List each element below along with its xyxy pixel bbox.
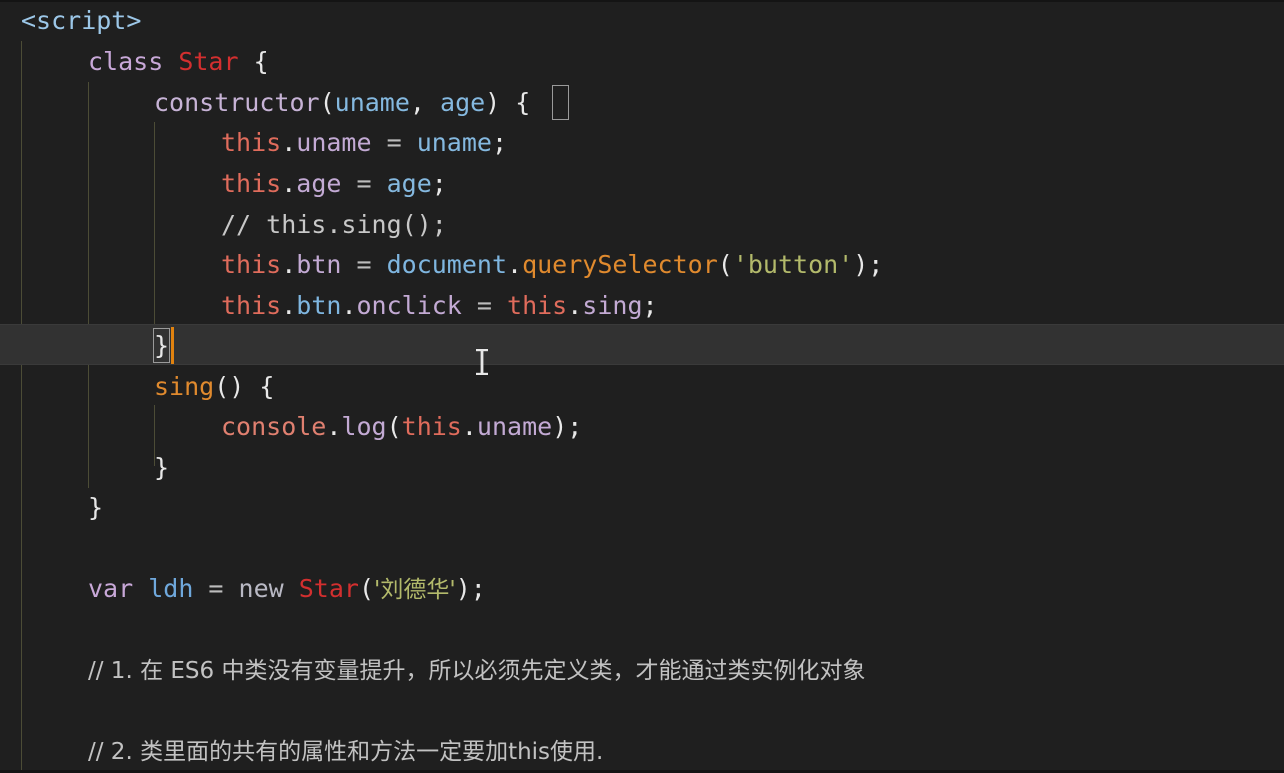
method-log: log bbox=[341, 412, 387, 441]
property-btn: btn bbox=[296, 250, 342, 279]
value-uname: uname bbox=[416, 128, 492, 157]
dot: . bbox=[341, 291, 357, 320]
operator-assign: = bbox=[341, 250, 387, 279]
dot: . bbox=[326, 412, 342, 441]
property-uname: uname bbox=[296, 128, 372, 157]
paren-close: ) bbox=[455, 574, 471, 603]
operator-assign: = bbox=[371, 128, 417, 157]
property-age: age bbox=[296, 169, 342, 198]
semicolon: ; bbox=[431, 169, 447, 198]
property-sing: sing bbox=[582, 291, 643, 320]
semicolon: ; bbox=[470, 574, 486, 603]
operator-assign: = bbox=[461, 291, 508, 320]
operator-assign: = bbox=[193, 574, 239, 603]
semicolon: ; bbox=[868, 250, 884, 279]
paren-open: ( bbox=[319, 88, 335, 117]
property-onclick: onclick bbox=[356, 291, 462, 320]
code-line-13[interactable]: } bbox=[88, 487, 103, 528]
paren-open: ( bbox=[386, 412, 402, 441]
method-sing: sing bbox=[154, 372, 215, 401]
keyword-this: this bbox=[221, 291, 282, 320]
string-ldh-chinese: '刘德华' bbox=[374, 577, 456, 603]
semicolon: ; bbox=[491, 128, 508, 157]
code-line-19[interactable]: // 2. 类里面的共有的属性和方法一定要加this使用. bbox=[88, 730, 603, 771]
param-uname: uname bbox=[334, 88, 410, 117]
identifier-ldh: ldh bbox=[148, 574, 194, 603]
code-line-1[interactable]: <script> bbox=[21, 0, 141, 41]
brace-close-constructor: } bbox=[154, 331, 170, 360]
text-caret bbox=[171, 327, 174, 364]
code-editor[interactable]: <script> class Star { constructor(uname,… bbox=[0, 0, 1284, 773]
code-line-3[interactable]: constructor(uname, age) { bbox=[154, 82, 530, 123]
param-age: age bbox=[440, 88, 486, 117]
comment-this-sing: // this.sing(); bbox=[221, 210, 447, 239]
value-age: age bbox=[386, 169, 432, 198]
object-console: console bbox=[221, 412, 327, 441]
property-uname: uname bbox=[476, 412, 553, 441]
code-line-9[interactable]: } bbox=[154, 325, 169, 366]
dot: . bbox=[281, 250, 297, 279]
script-open-tag: <script> bbox=[21, 6, 142, 35]
code-line-8[interactable]: this.btn.onclick = this.sing; bbox=[221, 285, 658, 326]
brace-close-class: } bbox=[88, 493, 104, 522]
dot: . bbox=[507, 250, 523, 279]
keyword-this: this bbox=[221, 128, 282, 157]
string-button: 'button' bbox=[732, 250, 854, 279]
class-name-star: Star bbox=[298, 574, 359, 603]
brace-close-sing: } bbox=[154, 453, 170, 482]
keyword-this: this bbox=[507, 291, 568, 320]
paren-open: ( bbox=[358, 574, 375, 603]
keyword-this: this bbox=[401, 412, 462, 441]
code-line-10[interactable]: sing() { bbox=[154, 366, 274, 407]
keyword-this: this bbox=[221, 250, 282, 279]
class-name-star: Star bbox=[178, 47, 239, 76]
keyword-this: this bbox=[221, 169, 282, 198]
dot: . bbox=[461, 412, 477, 441]
code-line-5[interactable]: this.age = age; bbox=[221, 163, 447, 204]
function-constructor: constructor bbox=[154, 88, 320, 117]
property-btn: btn bbox=[296, 291, 342, 320]
paren-open: ( bbox=[214, 372, 230, 401]
keyword-var: var bbox=[88, 574, 134, 603]
semicolon: ; bbox=[567, 412, 583, 441]
paren-close: ) bbox=[552, 412, 568, 441]
paren-close: ) bbox=[229, 372, 245, 401]
code-line-4[interactable]: this.uname = uname; bbox=[221, 122, 507, 163]
dot: . bbox=[281, 128, 297, 157]
comment-chinese-1: // 1. 在 ES6 中类没有变量提升，所以必须先定义类，才能通过类实例化对象 bbox=[88, 658, 866, 684]
paren-close: ) bbox=[485, 88, 501, 117]
code-text-layer[interactable]: <script> class Star { constructor(uname,… bbox=[0, 0, 1284, 773]
brace-open: { bbox=[253, 47, 269, 76]
dot: . bbox=[567, 291, 583, 320]
comment-chinese-2: // 2. 类里面的共有的属性和方法一定要加this使用. bbox=[88, 739, 604, 765]
paren-close: ) bbox=[853, 250, 869, 279]
code-line-6[interactable]: // this.sing(); bbox=[221, 204, 447, 245]
brace-open-constructor: { bbox=[515, 88, 531, 117]
keyword-new: new bbox=[238, 574, 284, 603]
code-line-12[interactable]: } bbox=[154, 447, 169, 488]
brace-open-sing: { bbox=[259, 372, 275, 401]
semicolon: ; bbox=[642, 291, 658, 320]
code-line-15[interactable]: var ldh = new Star('刘德华'); bbox=[88, 568, 486, 609]
operator-assign: = bbox=[341, 169, 387, 198]
code-line-11[interactable]: console.log(this.uname); bbox=[221, 406, 582, 447]
keyword-class: class bbox=[88, 47, 164, 76]
code-line-7[interactable]: this.btn = document.querySelector('butto… bbox=[221, 244, 883, 285]
paren-open: ( bbox=[717, 250, 733, 279]
code-line-17[interactable]: // 1. 在 ES6 中类没有变量提升，所以必须先定义类，才能通过类实例化对象 bbox=[88, 649, 865, 690]
dot: . bbox=[281, 291, 297, 320]
object-document: document bbox=[386, 250, 508, 279]
method-queryselector: querySelector bbox=[522, 250, 718, 279]
comma: , bbox=[409, 88, 441, 117]
dot: . bbox=[281, 169, 297, 198]
code-line-2[interactable]: class Star { bbox=[88, 41, 269, 82]
